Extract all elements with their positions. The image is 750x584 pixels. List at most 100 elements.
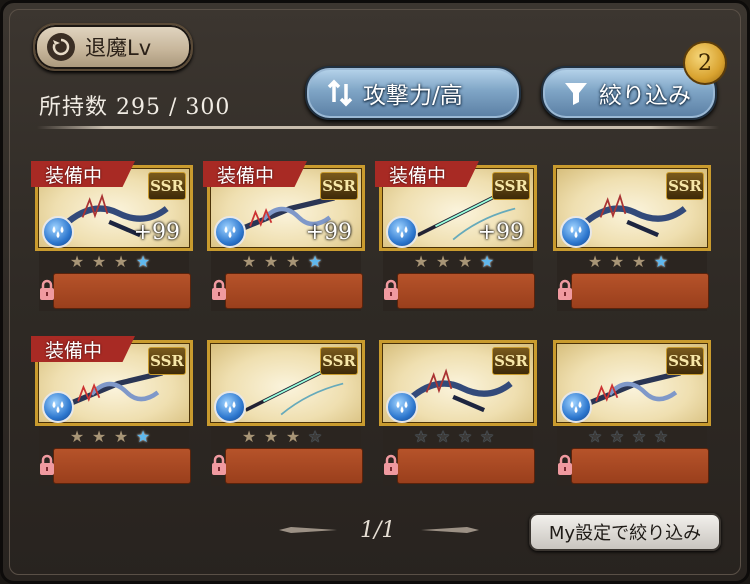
uncap-star-icon: ★ xyxy=(285,427,301,446)
uncap-star-icon: ★ xyxy=(307,252,323,271)
sort-button[interactable]: 攻撃力/高 xyxy=(305,66,521,120)
skill-panel xyxy=(571,273,709,309)
uncap-star-icon: ★ xyxy=(653,427,669,446)
weapon-card[interactable]: SSR ★ ★ ★ ★ xyxy=(553,340,711,488)
lock-icon[interactable] xyxy=(557,279,573,301)
uncap-star-icon: ★ xyxy=(69,252,85,271)
weapon-card[interactable]: SSR 装備中 ★ ★ ★ ★ xyxy=(31,336,193,488)
weapon-card-info: ★ ★ ★ ★ xyxy=(557,251,709,311)
skill-panel xyxy=(53,448,191,484)
my-filter-button[interactable]: My設定で絞り込み xyxy=(529,513,721,551)
equipped-label: 装備中 xyxy=(217,164,275,187)
uncap-star-icon: ★ xyxy=(135,252,151,271)
uncap-star-icon: ★ xyxy=(457,252,473,271)
uncap-star-icon: ★ xyxy=(91,252,107,271)
uncap-stars: ★ ★ ★ ★ xyxy=(413,428,495,446)
weapon-card-art: SSR xyxy=(553,340,711,426)
weapon-card-info: ★ ★ ★ ★ xyxy=(39,251,191,311)
uncap-star-icon: ★ xyxy=(457,427,473,446)
uncap-stars: ★ ★ ★ ★ xyxy=(587,428,669,446)
weapon-card[interactable]: SSR ★ ★ ★ ★ xyxy=(553,165,711,313)
lock-icon[interactable] xyxy=(39,454,55,476)
uncap-star-icon: ★ xyxy=(263,252,279,271)
uncap-star-icon: ★ xyxy=(135,427,151,446)
owned-count-value: 295 / 300 xyxy=(116,95,231,120)
uncap-star-icon: ★ xyxy=(435,252,451,271)
water-element-icon xyxy=(560,391,592,423)
rarity-badge: SSR xyxy=(492,347,530,375)
page-prev-icon[interactable] xyxy=(279,525,337,535)
uncap-star-icon: ★ xyxy=(479,252,495,271)
funnel-icon xyxy=(561,78,591,108)
uncap-star-icon: ★ xyxy=(241,252,257,271)
equipped-label: 装備中 xyxy=(45,164,103,187)
uncap-star-icon: ★ xyxy=(609,252,625,271)
uncap-stars: ★ ★ ★ ★ xyxy=(413,253,495,271)
sort-arrows-icon xyxy=(325,78,355,108)
uncap-star-icon: ★ xyxy=(435,427,451,446)
uncap-star-icon: ★ xyxy=(91,427,107,446)
weapon-card-art: SSR xyxy=(379,340,537,426)
uncap-stars: ★ ★ ★ ★ xyxy=(587,253,669,271)
weapon-card-info: ★ ★ ★ ★ xyxy=(39,426,191,486)
water-element-icon xyxy=(42,216,74,248)
my-filter-label: My設定で絞り込み xyxy=(548,523,702,544)
skill-panel xyxy=(53,273,191,309)
weapon-card-art: SSR xyxy=(553,165,711,251)
equipped-ribbon: 装備中 xyxy=(31,161,135,187)
uncap-star-icon: ★ xyxy=(653,252,669,271)
uncap-star-icon: ★ xyxy=(413,427,429,446)
weapon-card-info: ★ ★ ★ ★ xyxy=(383,426,535,486)
uncap-star-icon: ★ xyxy=(413,252,429,271)
weapon-card[interactable]: SSR +99 装備中 ★ ★ ★ ★ xyxy=(31,161,193,313)
uncap-star-icon: ★ xyxy=(285,252,301,271)
exorcism-level-label: 退魔Lv xyxy=(85,36,152,60)
skill-panel xyxy=(225,448,363,484)
weapon-card[interactable]: SSR +99 装備中 ★ ★ ★ ★ xyxy=(203,161,365,313)
plus-level: +99 xyxy=(305,220,352,245)
owned-count: 所持数 295 / 300 xyxy=(39,89,230,121)
rarity-badge: SSR xyxy=(148,347,186,375)
weapon-card[interactable]: SSR +99 装備中 ★ ★ ★ ★ xyxy=(375,161,537,313)
equipped-label: 装備中 xyxy=(45,339,103,362)
skill-panel xyxy=(225,273,363,309)
lock-icon[interactable] xyxy=(211,454,227,476)
uncap-star-icon: ★ xyxy=(631,427,647,446)
water-element-icon xyxy=(560,216,592,248)
lock-icon[interactable] xyxy=(39,279,55,301)
uncap-star-icon: ★ xyxy=(307,427,323,446)
sort-label: 攻撃力/高 xyxy=(363,83,463,109)
exorcism-level-button[interactable]: 退魔Lv xyxy=(33,23,193,71)
uncap-star-icon: ★ xyxy=(587,427,603,446)
uncap-stars: ★ ★ ★ ★ xyxy=(69,253,151,271)
water-element-icon xyxy=(386,391,418,423)
uncap-star-icon: ★ xyxy=(263,427,279,446)
lock-icon[interactable] xyxy=(383,454,399,476)
water-element-icon xyxy=(386,216,418,248)
plus-level: +99 xyxy=(133,220,180,245)
lock-icon[interactable] xyxy=(557,454,573,476)
weapon-card[interactable]: SSR ★ ★ ★ ★ xyxy=(379,340,537,488)
lock-icon[interactable] xyxy=(211,279,227,301)
equipped-ribbon: 装備中 xyxy=(203,161,307,187)
page-indicator: 1/1 xyxy=(360,518,396,543)
weapon-card[interactable]: SSR ★ ★ ★ ★ xyxy=(207,340,365,488)
rarity-badge: SSR xyxy=(320,172,358,200)
uncap-stars: ★ ★ ★ ★ xyxy=(69,428,151,446)
lock-icon[interactable] xyxy=(383,279,399,301)
uncap-star-icon: ★ xyxy=(113,427,129,446)
weapon-card-info: ★ ★ ★ ★ xyxy=(211,426,363,486)
uncap-stars: ★ ★ ★ ★ xyxy=(241,253,323,271)
weapon-card-art: SSR xyxy=(207,340,365,426)
uncap-star-icon: ★ xyxy=(631,252,647,271)
rarity-badge: SSR xyxy=(666,172,704,200)
uncap-star-icon: ★ xyxy=(587,252,603,271)
rarity-badge: SSR xyxy=(492,172,530,200)
filter-count-badge: 2 xyxy=(683,41,727,85)
owned-count-label: 所持数 xyxy=(39,95,109,120)
rarity-badge: SSR xyxy=(148,172,186,200)
uncap-star-icon: ★ xyxy=(479,427,495,446)
page-next-icon[interactable] xyxy=(421,525,479,535)
refresh-icon xyxy=(47,33,75,61)
skill-panel xyxy=(397,273,535,309)
